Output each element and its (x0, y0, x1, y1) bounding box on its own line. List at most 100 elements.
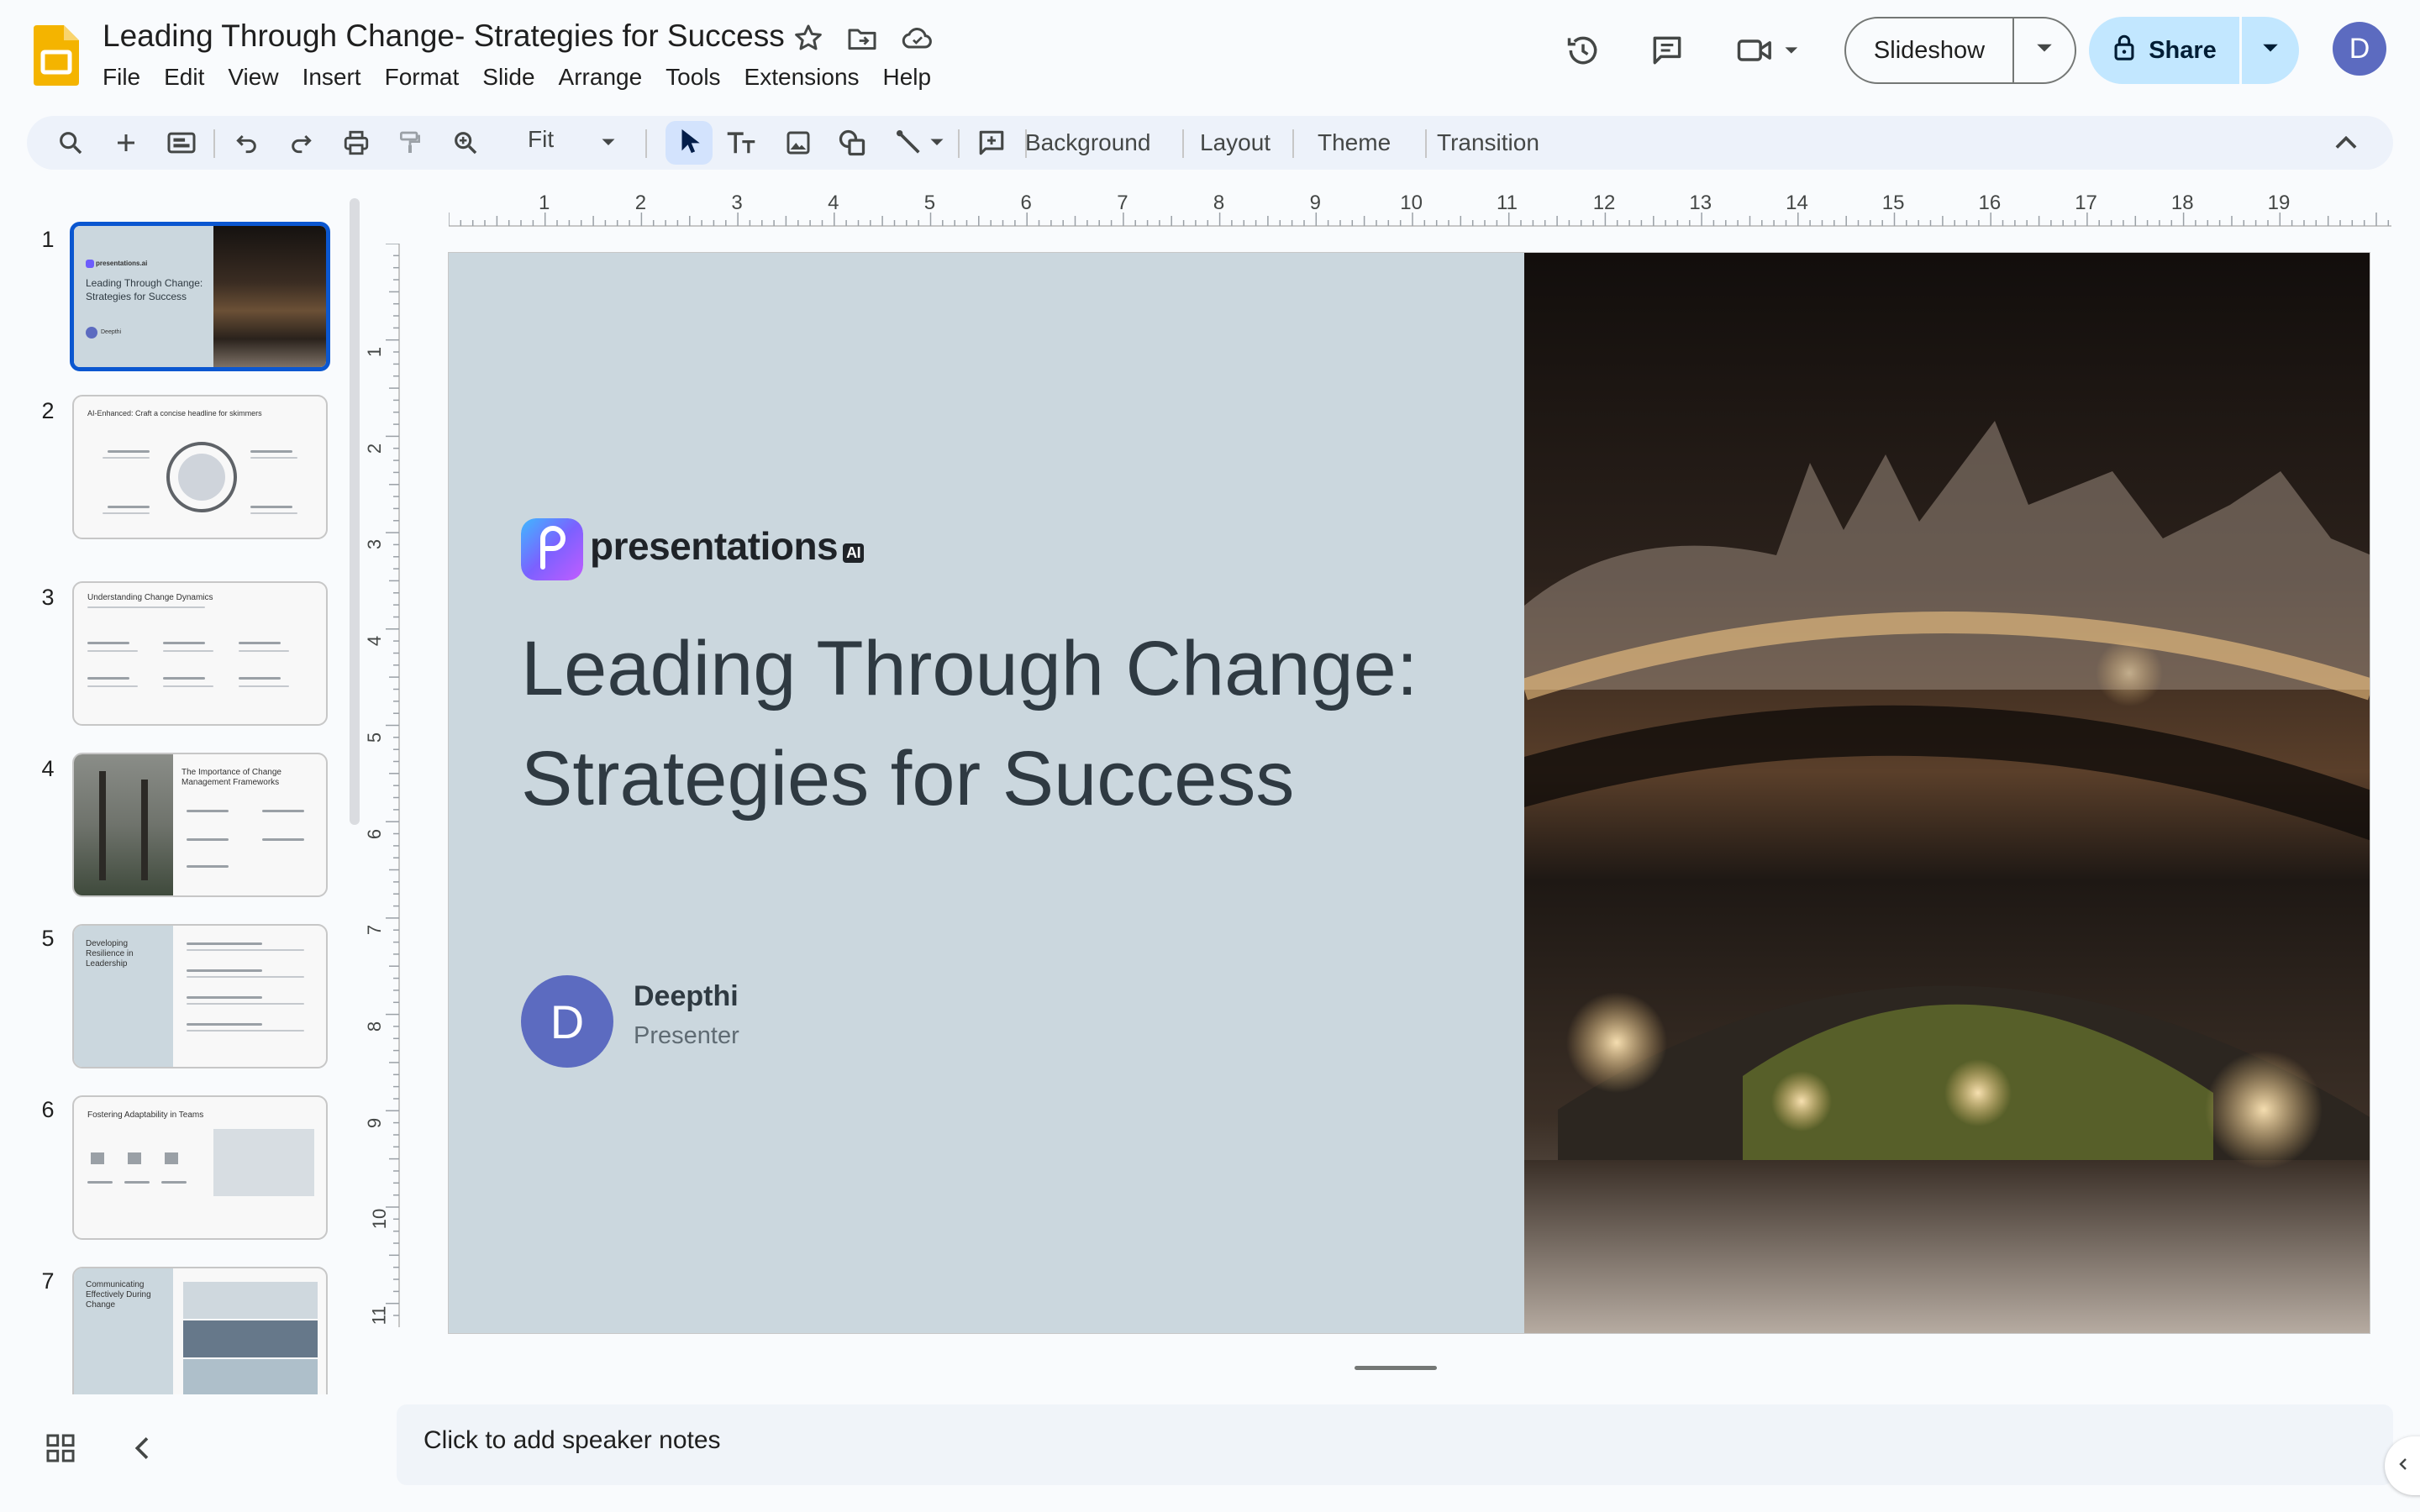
filmstrip-scrollbar[interactable] (350, 198, 360, 825)
share-button[interactable]: Share (2089, 17, 2242, 84)
line-tool-icon[interactable] (889, 123, 929, 163)
lock-icon (2112, 33, 2137, 68)
menu-edit[interactable]: Edit (152, 60, 216, 94)
menu-extensions[interactable]: Extensions (733, 60, 871, 94)
ruler-number: 5 (364, 732, 386, 743)
presenter-name[interactable]: Deepthi (634, 980, 739, 1013)
zoom-dropdown-icon[interactable] (588, 123, 629, 163)
menu-slide[interactable]: Slide (471, 60, 546, 94)
thumb-icon (128, 1152, 141, 1164)
ruler-number: 10 (369, 1209, 391, 1230)
print-icon[interactable] (336, 123, 376, 163)
menu-format[interactable]: Format (373, 60, 471, 94)
ruler-number: 4 (364, 635, 386, 647)
add-comment-icon[interactable] (971, 123, 1012, 163)
thumb-avatar (86, 327, 97, 339)
thumb-icon (91, 1152, 104, 1164)
menu-insert[interactable]: Insert (291, 60, 373, 94)
slide-thumbnail-5[interactable]: Developing Resilience in Leadership (72, 924, 328, 1068)
slideshow-button[interactable]: Slideshow (1846, 18, 2014, 82)
collapse-filmstrip-chevron-left-icon[interactable] (126, 1431, 160, 1465)
menu-help[interactable]: Help (871, 60, 944, 94)
shape-icon[interactable] (832, 123, 872, 163)
account-avatar[interactable]: D (2333, 22, 2386, 76)
select-tool-button[interactable] (666, 121, 713, 165)
brand-name-text: presentations (590, 524, 839, 568)
star-icon[interactable] (792, 22, 825, 55)
search-menus-icon[interactable] (50, 123, 91, 163)
ruler-number: 10 (1400, 192, 1423, 214)
text-box-icon[interactable] (721, 123, 761, 163)
transition-button[interactable]: Transition (1432, 126, 1544, 160)
menu-bar: File Edit View Insert Format Slide Arran… (91, 60, 943, 94)
ruler-number: 3 (731, 192, 743, 214)
brand-ai-badge: AI (843, 543, 865, 563)
slides-logo-icon[interactable] (34, 25, 79, 86)
chevron-left-icon (2393, 1454, 2413, 1478)
ruler-number: 14 (1786, 192, 1808, 214)
speaker-notes-placeholder[interactable]: Click to add speaker notes (424, 1426, 721, 1455)
presenter-role[interactable]: Presenter (634, 1022, 739, 1050)
ruler-number: 1 (364, 346, 386, 358)
slideshow-button-group: Slideshow (1844, 17, 2076, 84)
slide-thumbnail-1[interactable]: presentations.ai Leading Through Change:… (70, 222, 330, 371)
redo-icon[interactable] (281, 123, 321, 163)
zoom-select[interactable]: Fit (528, 126, 554, 153)
ruler-ticks (386, 244, 400, 1327)
slide-thumbnail-7[interactable]: Communicating Effectively During Change (72, 1267, 328, 1394)
menu-view[interactable]: View (216, 60, 290, 94)
hide-menus-chevron-up-icon[interactable] (2326, 123, 2366, 163)
slide-title[interactable]: Leading Through Change: Strategies for S… (521, 614, 1462, 834)
speaker-notes-panel[interactable]: Click to add speaker notes (397, 1404, 2393, 1485)
slide-thumbnail-3[interactable]: Understanding Change Dynamics (72, 581, 328, 726)
ruler-number: 7 (364, 925, 386, 936)
move-to-folder-icon[interactable] (845, 22, 879, 55)
notes-resize-handle[interactable] (1355, 1366, 1437, 1370)
ruler-number: 16 (1978, 192, 2002, 214)
ruler-number: 6 (364, 828, 386, 839)
slide-thumbnail-2[interactable]: AI-Enhanced: Craft a concise headline fo… (72, 395, 328, 539)
slide-thumbnail-4[interactable]: The Importance of Change Management Fram… (72, 753, 328, 897)
insert-image-icon[interactable] (778, 123, 818, 163)
slide-number: 4 (41, 756, 55, 781)
menu-file[interactable]: File (91, 60, 152, 94)
ruler-number: 2 (364, 443, 386, 454)
share-options-button[interactable] (2242, 17, 2299, 84)
slide-thumbnail-6[interactable]: Fostering Adaptability in Teams (72, 1095, 328, 1240)
background-button[interactable]: Background (1020, 126, 1155, 160)
app-header: Leading Through Change- Strategies for S… (0, 0, 2420, 109)
ruler-number: 4 (828, 192, 839, 214)
slideshow-options-button[interactable] (2014, 18, 2075, 82)
ruler-number: 11 (368, 1305, 390, 1326)
zoom-icon[interactable] (445, 123, 486, 163)
menu-arrange[interactable]: Arrange (547, 60, 655, 94)
horizontal-ruler[interactable]: 1 2 3 4 5 6 7 8 9 10 11 12 13 14 15 16 1… (449, 190, 2391, 227)
ruler-number: 9 (364, 1117, 386, 1128)
menu-tools[interactable]: Tools (654, 60, 732, 94)
cloud-saved-icon[interactable] (901, 22, 934, 55)
grid-view-icon[interactable] (44, 1431, 77, 1465)
chevron-down-icon (2261, 43, 2280, 59)
thumb-photo (213, 226, 326, 367)
thumb-photo (74, 754, 173, 895)
layout-button[interactable]: Layout (1195, 126, 1276, 160)
thumb-ring-center (178, 454, 225, 501)
vertical-ruler[interactable]: 1 2 3 4 5 6 7 8 9 10 11 (364, 244, 400, 1327)
toolbar-divider (645, 129, 647, 158)
slide-number: 6 (41, 1097, 55, 1122)
ruler-number: 7 (1117, 192, 1128, 214)
version-history-icon[interactable] (1560, 27, 1607, 74)
comments-icon[interactable] (1644, 27, 1691, 74)
undo-icon[interactable] (227, 123, 267, 163)
new-slide-icon[interactable] (106, 123, 146, 163)
new-slide-layout-icon[interactable] (161, 123, 202, 163)
document-title[interactable]: Leading Through Change- Strategies for S… (103, 18, 785, 54)
slide-canvas[interactable]: presentations AI Leading Through Change: … (448, 252, 2370, 1334)
slide-filmstrip: 1 presentations.ai Leading Through Chang… (0, 202, 370, 1394)
thumb-photo-post (99, 771, 106, 880)
paint-format-icon[interactable] (390, 123, 430, 163)
slide-photo-cloud-gate[interactable] (1524, 253, 2370, 1334)
meet-video-icon[interactable] (1731, 27, 1812, 74)
line-dropdown-icon[interactable] (924, 123, 950, 163)
theme-button[interactable]: Theme (1313, 126, 1396, 160)
